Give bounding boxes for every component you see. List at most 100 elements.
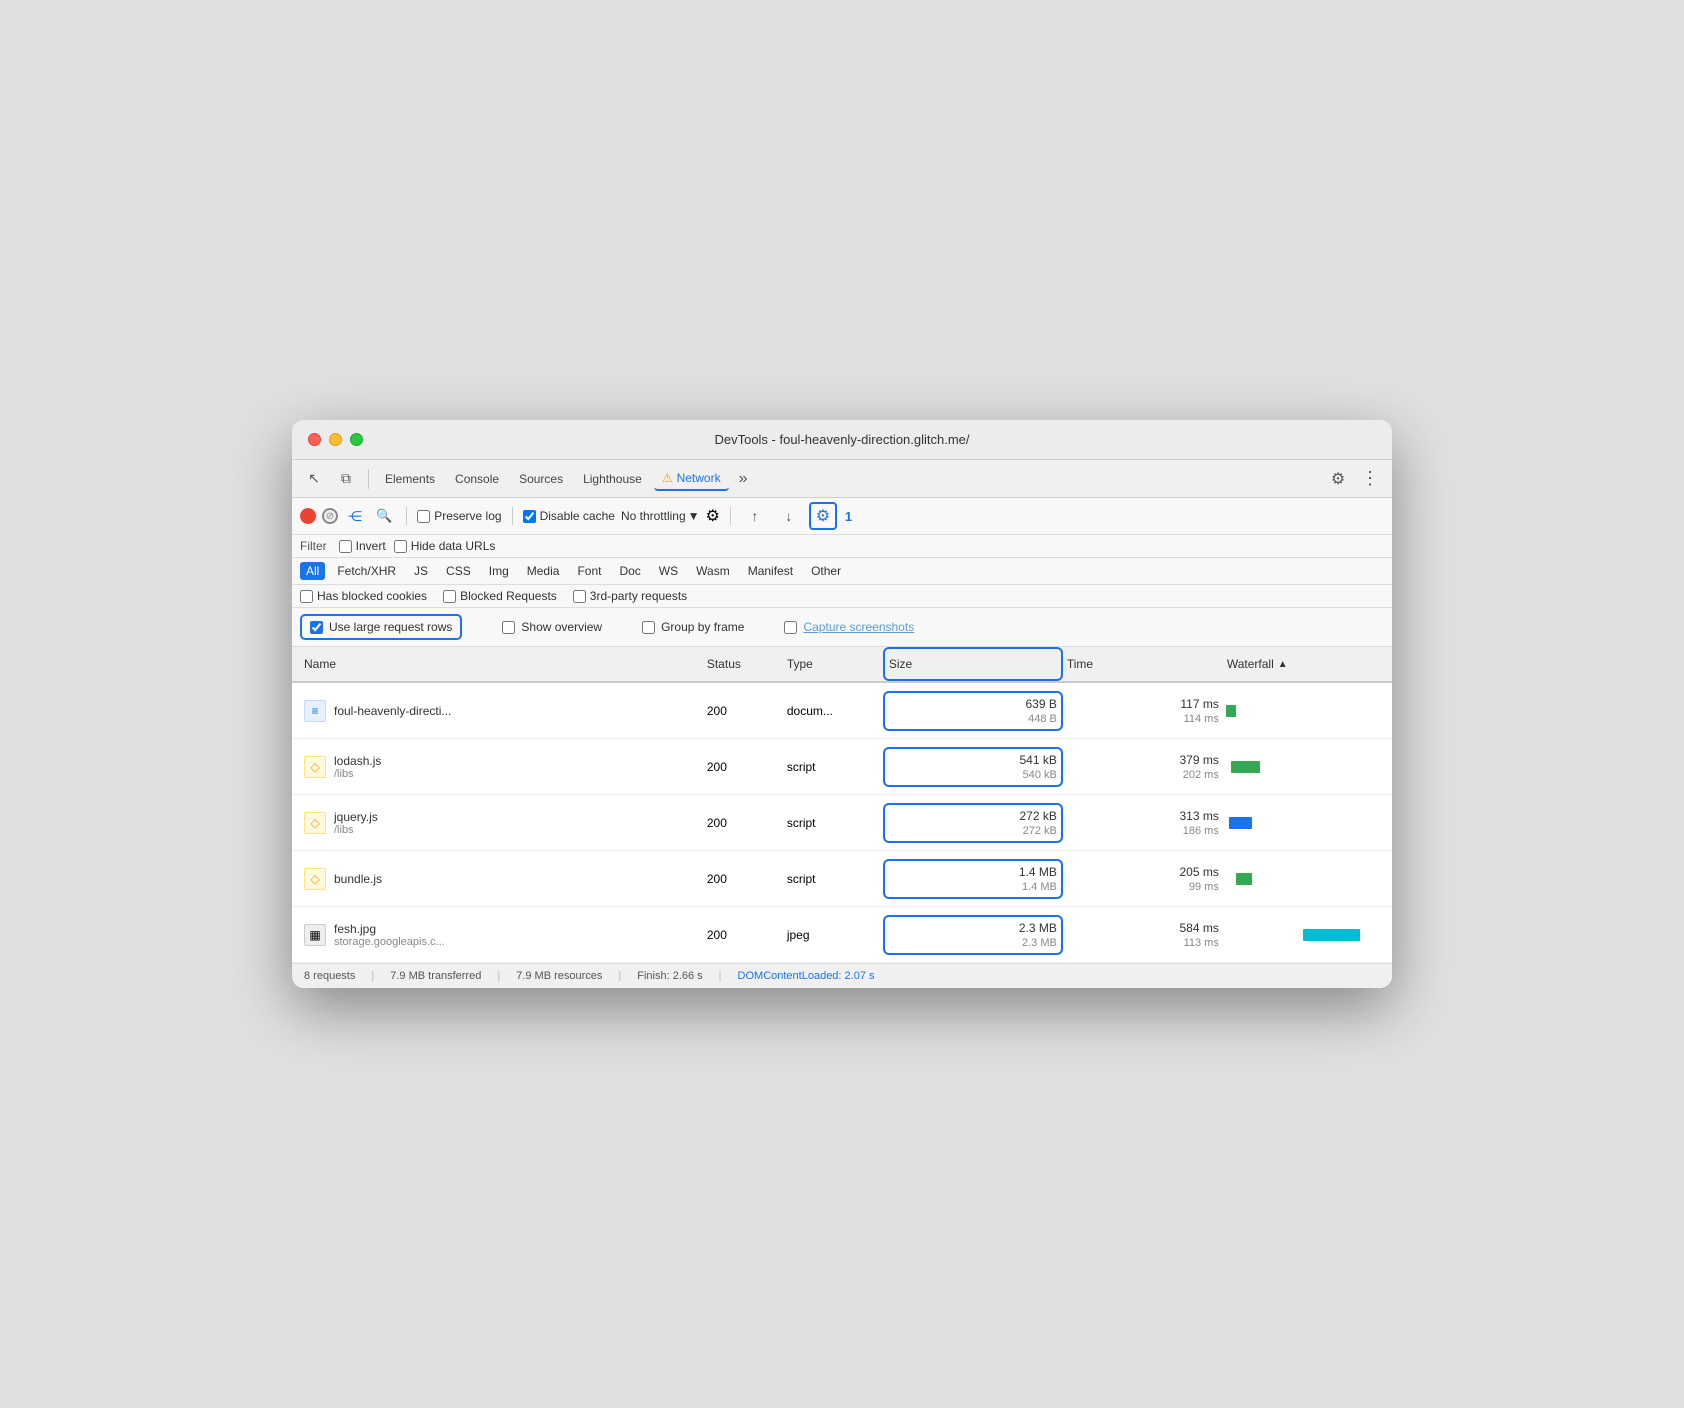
time-secondary: 113 ms [1184, 937, 1219, 949]
size-cell: 272 kB 272 kB [883, 803, 1063, 843]
waterfall-bar [1229, 817, 1252, 829]
toolbar-separator [368, 469, 369, 489]
sort-arrow-icon: ▲ [1278, 659, 1288, 670]
type-font-button[interactable]: Font [571, 562, 607, 580]
title-bar: DevTools - foul-heavenly-direction.glitc… [292, 420, 1392, 460]
type-js-button[interactable]: JS [408, 562, 434, 580]
tab-network[interactable]: ⚠Network [654, 467, 729, 491]
size-primary: 639 B [1025, 697, 1056, 711]
devtools-settings-button[interactable]: ⚙ [1324, 465, 1352, 493]
tab-console[interactable]: Console [447, 468, 507, 490]
header-time[interactable]: Time [1063, 649, 1223, 679]
size-primary: 272 kB [1019, 809, 1056, 823]
separator [406, 507, 407, 525]
disable-cache-checkbox[interactable] [523, 510, 536, 523]
minimize-button[interactable] [329, 433, 342, 446]
search-button[interactable]: 🔍 [372, 506, 396, 526]
time-cell: 584 ms 113 ms [1063, 917, 1223, 953]
disable-cache-label[interactable]: Disable cache [523, 509, 615, 523]
waterfall-cell [1223, 855, 1384, 903]
name-cell: ▦ fesh.jpg storage.googleapis.c... [300, 918, 703, 952]
type-css-button[interactable]: CSS [440, 562, 477, 580]
size-secondary: 272 kB [1023, 825, 1057, 837]
file-path: /libs [334, 768, 381, 780]
file-icon: ▦ [304, 924, 326, 946]
device-icon[interactable]: ⧉ [332, 465, 360, 493]
maximize-button[interactable] [350, 433, 363, 446]
name-text: lodash.js /libs [334, 754, 381, 780]
network-settings-active-button[interactable]: ⚙ [809, 502, 837, 530]
capture-screenshots-label[interactable]: Capture screenshots [784, 620, 914, 634]
capture-screenshots-checkbox[interactable] [784, 621, 797, 634]
preserve-log-checkbox[interactable] [417, 510, 430, 523]
clear-button[interactable]: ⊘ [322, 508, 338, 524]
table-row[interactable]: ≡ foul-heavenly-directi... 200docum... 6… [292, 683, 1392, 739]
tab-elements[interactable]: Elements [377, 468, 443, 490]
use-large-rows-checkbox[interactable] [310, 621, 323, 634]
hide-data-urls-checkbox[interactable] [394, 540, 407, 553]
file-name: bundle.js [334, 872, 382, 886]
header-size[interactable]: Size [883, 647, 1063, 681]
hide-data-urls-label[interactable]: Hide data URLs [394, 539, 496, 553]
blocked-cookies-checkbox[interactable] [300, 590, 313, 603]
type-filter-bar: All Fetch/XHR JS CSS Img Media Font Doc … [292, 558, 1392, 585]
type-wasm-button[interactable]: Wasm [690, 562, 736, 580]
blocked-requests-label[interactable]: Blocked Requests [443, 589, 557, 603]
show-overview-checkbox[interactable] [502, 621, 515, 634]
size-cell: 639 B 448 B [883, 691, 1063, 731]
filter-label: Filter [300, 539, 327, 553]
table-row[interactable]: ◇ lodash.js /libs 200script 541 kB 540 k… [292, 739, 1392, 795]
type-other-button[interactable]: Other [805, 562, 847, 580]
type-img-button[interactable]: Img [483, 562, 515, 580]
type-media-button[interactable]: Media [521, 562, 566, 580]
third-party-label[interactable]: 3rd-party requests [573, 589, 687, 603]
time-primary: 584 ms [1179, 921, 1218, 935]
header-type[interactable]: Type [783, 649, 883, 679]
time-secondary: 114 ms [1184, 713, 1219, 725]
group-by-frame-checkbox[interactable] [642, 621, 655, 634]
header-waterfall[interactable]: Waterfall ▲ 1 [1223, 649, 1384, 679]
network-toolbar: ⊘ ⋲ 🔍 Preserve log Disable cache No thro… [292, 498, 1392, 535]
status-cell: 200 [703, 924, 783, 946]
type-all-button[interactable]: All [300, 562, 325, 580]
blocked-cookies-label[interactable]: Has blocked cookies [300, 589, 427, 603]
use-large-rows-label[interactable]: Use large request rows [300, 614, 462, 640]
time-cell: 117 ms 114 ms [1063, 693, 1223, 729]
header-name[interactable]: Name [300, 649, 703, 679]
type-fetch-xhr-button[interactable]: Fetch/XHR [331, 562, 402, 580]
type-manifest-button[interactable]: Manifest [742, 562, 799, 580]
close-button[interactable] [308, 433, 321, 446]
time-primary: 379 ms [1179, 753, 1218, 767]
file-name: lodash.js [334, 754, 381, 768]
file-icon: ◇ [304, 868, 326, 890]
filter-button[interactable]: ⋲ [344, 506, 366, 527]
record-button[interactable] [300, 508, 316, 524]
preserve-log-label[interactable]: Preserve log [417, 509, 501, 523]
table-header: Name Status Type Size Time Waterfall ▲ 1 [292, 647, 1392, 683]
invert-checkbox[interactable] [339, 540, 352, 553]
time-secondary: 202 ms [1183, 769, 1219, 781]
name-text: bundle.js [334, 872, 382, 886]
table-row[interactable]: ▦ fesh.jpg storage.googleapis.c... 200jp… [292, 907, 1392, 963]
devtools-more-button[interactable]: ⋮ [1356, 465, 1384, 493]
type-cell: docum... [783, 700, 883, 722]
throttling-button[interactable]: No throttling ▼ [621, 509, 700, 523]
more-tabs-button[interactable]: » [733, 470, 754, 488]
time-cell: 379 ms 202 ms [1063, 749, 1223, 785]
tab-sources[interactable]: Sources [511, 468, 571, 490]
blocked-requests-checkbox[interactable] [443, 590, 456, 603]
table-row[interactable]: ◇ jquery.js /libs 200script 272 kB 272 k… [292, 795, 1392, 851]
import-button[interactable]: ↑ [741, 502, 769, 530]
header-status[interactable]: Status [703, 649, 783, 679]
tab-lighthouse[interactable]: Lighthouse [575, 468, 650, 490]
third-party-checkbox[interactable] [573, 590, 586, 603]
inspector-icon[interactable]: ↖ [300, 465, 328, 493]
show-overview-label[interactable]: Show overview [502, 620, 602, 634]
resources-size: 7.9 MB resources [516, 970, 602, 982]
invert-label[interactable]: Invert [339, 539, 386, 553]
group-by-frame-label[interactable]: Group by frame [642, 620, 744, 634]
export-button[interactable]: ↓ [775, 502, 803, 530]
table-row[interactable]: ◇ bundle.js 200script 1.4 MB 1.4 MB 205 … [292, 851, 1392, 907]
type-doc-button[interactable]: Doc [613, 562, 646, 580]
type-ws-button[interactable]: WS [653, 562, 684, 580]
